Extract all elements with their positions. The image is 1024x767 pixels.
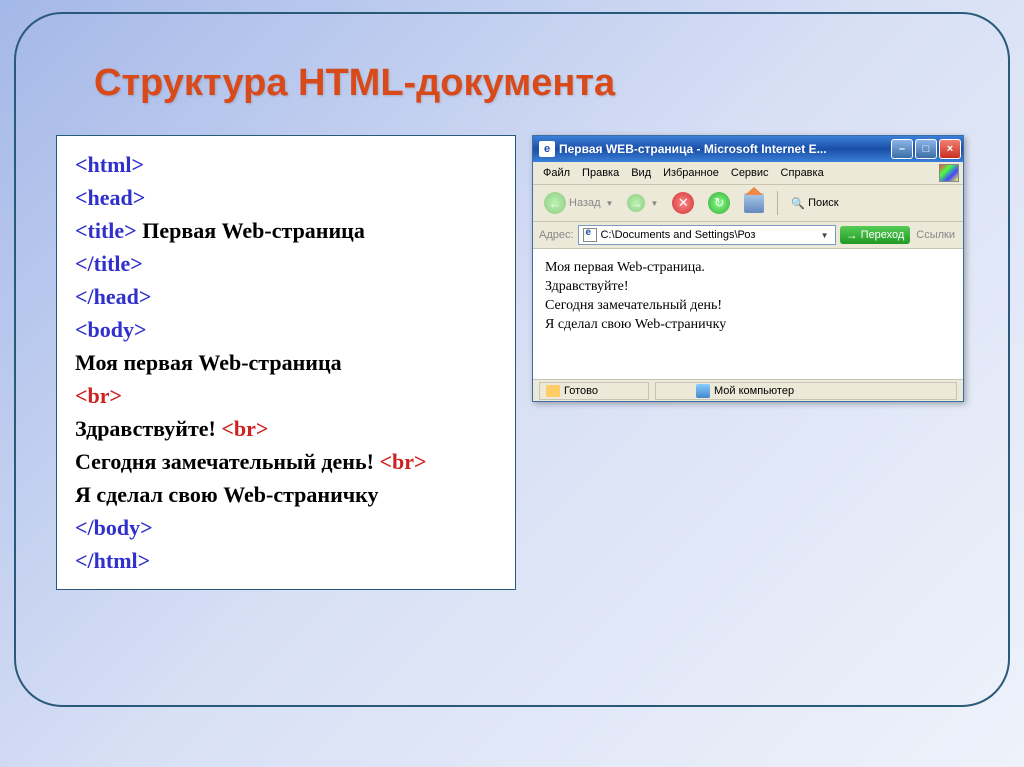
window-controls: – □ × xyxy=(891,139,961,159)
toolbar: ← Назад ▼ → ▼ ✕ ↻ 🔍 xyxy=(533,185,963,222)
menu-view[interactable]: Вид xyxy=(625,165,657,181)
my-computer-icon xyxy=(696,384,710,398)
menu-favorites[interactable]: Избранное xyxy=(657,165,725,181)
ie-app-icon: e xyxy=(539,141,555,157)
tag-body-open: <body> xyxy=(75,317,147,342)
fwd-dropdown-icon: ▼ xyxy=(650,199,658,208)
minimize-button[interactable]: – xyxy=(891,139,913,159)
home-button[interactable] xyxy=(739,190,769,216)
back-arrow-icon: ← xyxy=(544,192,566,214)
browser-window: e Первая WEB-страница - Microsoft Intern… xyxy=(532,135,964,402)
menubar: Файл Правка Вид Избранное Сервис Справка xyxy=(533,162,963,185)
tag-body-close: </body> xyxy=(75,515,153,540)
windows-logo-icon xyxy=(939,164,959,182)
close-button[interactable]: × xyxy=(939,139,961,159)
menu-help[interactable]: Справка xyxy=(775,165,830,181)
content-line-4: Я сделал свою Web-страничку xyxy=(545,316,951,335)
address-input[interactable]: C:\Documents and Settings\Роз ▼ xyxy=(578,225,836,245)
back-label: Назад xyxy=(569,197,601,209)
refresh-icon: ↻ xyxy=(708,192,730,214)
stop-button[interactable]: ✕ xyxy=(667,189,699,217)
slide-frame: Структура HTML-документа <html> <head> <… xyxy=(14,12,1010,707)
address-bar: Адрес: C:\Documents and Settings\Роз ▼ →… xyxy=(533,222,963,249)
tag-html-open: <html> xyxy=(75,152,144,177)
maximize-button[interactable]: □ xyxy=(915,139,937,159)
status-done-label: Готово xyxy=(564,385,598,397)
tag-title-close: </title> xyxy=(75,251,143,276)
content-line-3: Сегодня замечательный день! xyxy=(545,297,951,316)
forward-arrow-icon: → xyxy=(627,194,645,212)
go-arrow-icon: → xyxy=(846,228,858,242)
tag-head-open: <head> xyxy=(75,185,145,210)
address-value: C:\Documents and Settings\Роз xyxy=(601,229,815,241)
page-icon xyxy=(583,228,597,242)
stop-icon: ✕ xyxy=(672,192,694,214)
forward-button[interactable]: → ▼ xyxy=(622,191,663,215)
tag-br-3: <br> xyxy=(379,449,426,474)
body-line4: Я сделал свою Web-страничку xyxy=(75,482,379,507)
status-zone: Мой компьютер xyxy=(655,382,957,400)
search-label: Поиск xyxy=(808,197,838,209)
tag-br-2: <br> xyxy=(221,416,268,441)
tag-head-close: </head> xyxy=(75,284,151,309)
status-zone-label: Мой компьютер xyxy=(714,385,794,397)
body-line2: Здравствуйте! xyxy=(75,416,221,441)
links-label[interactable]: Ссылки xyxy=(914,229,957,241)
back-button[interactable]: ← Назад ▼ xyxy=(539,189,618,217)
menu-tools[interactable]: Сервис xyxy=(725,165,775,181)
address-label: Адрес: xyxy=(539,229,574,241)
tag-title-open: <title> xyxy=(75,218,137,243)
page-content: Моя первая Web-страница. Здравствуйте! С… xyxy=(533,249,963,379)
slide-title: Структура HTML-документа xyxy=(94,62,968,105)
content-row: <html> <head> <title> Первая Web-страниц… xyxy=(56,135,968,590)
body-line1: Моя первая Web-страница xyxy=(75,350,342,375)
titlebar[interactable]: e Первая WEB-страница - Microsoft Intern… xyxy=(533,136,963,162)
search-button[interactable]: 🔍 Поиск xyxy=(786,194,843,213)
refresh-button[interactable]: ↻ xyxy=(703,189,735,217)
window-title: Первая WEB-страница - Microsoft Internet… xyxy=(559,142,891,156)
toolbar-separator xyxy=(777,191,778,215)
tag-html-close: </html> xyxy=(75,548,150,573)
title-text: Первая Web-страница xyxy=(137,218,365,243)
search-icon: 🔍 xyxy=(791,197,805,210)
status-done: Готово xyxy=(539,382,649,400)
body-line3: Сегодня замечательный день! xyxy=(75,449,379,474)
tag-br-1: <br> xyxy=(75,383,122,408)
menu-edit[interactable]: Правка xyxy=(576,165,625,181)
address-dropdown-icon[interactable]: ▼ xyxy=(819,231,831,240)
content-line-1: Моя первая Web-страница. xyxy=(545,259,951,278)
go-button[interactable]: → Переход xyxy=(840,226,911,244)
status-bar: Готово Мой компьютер xyxy=(533,379,963,401)
done-icon xyxy=(546,385,560,397)
home-icon xyxy=(744,193,764,213)
go-label: Переход xyxy=(861,229,905,241)
html-code-example: <html> <head> <title> Первая Web-страниц… xyxy=(56,135,516,590)
back-dropdown-icon: ▼ xyxy=(606,199,614,208)
menu-file[interactable]: Файл xyxy=(537,165,576,181)
content-line-2: Здравствуйте! xyxy=(545,278,951,297)
